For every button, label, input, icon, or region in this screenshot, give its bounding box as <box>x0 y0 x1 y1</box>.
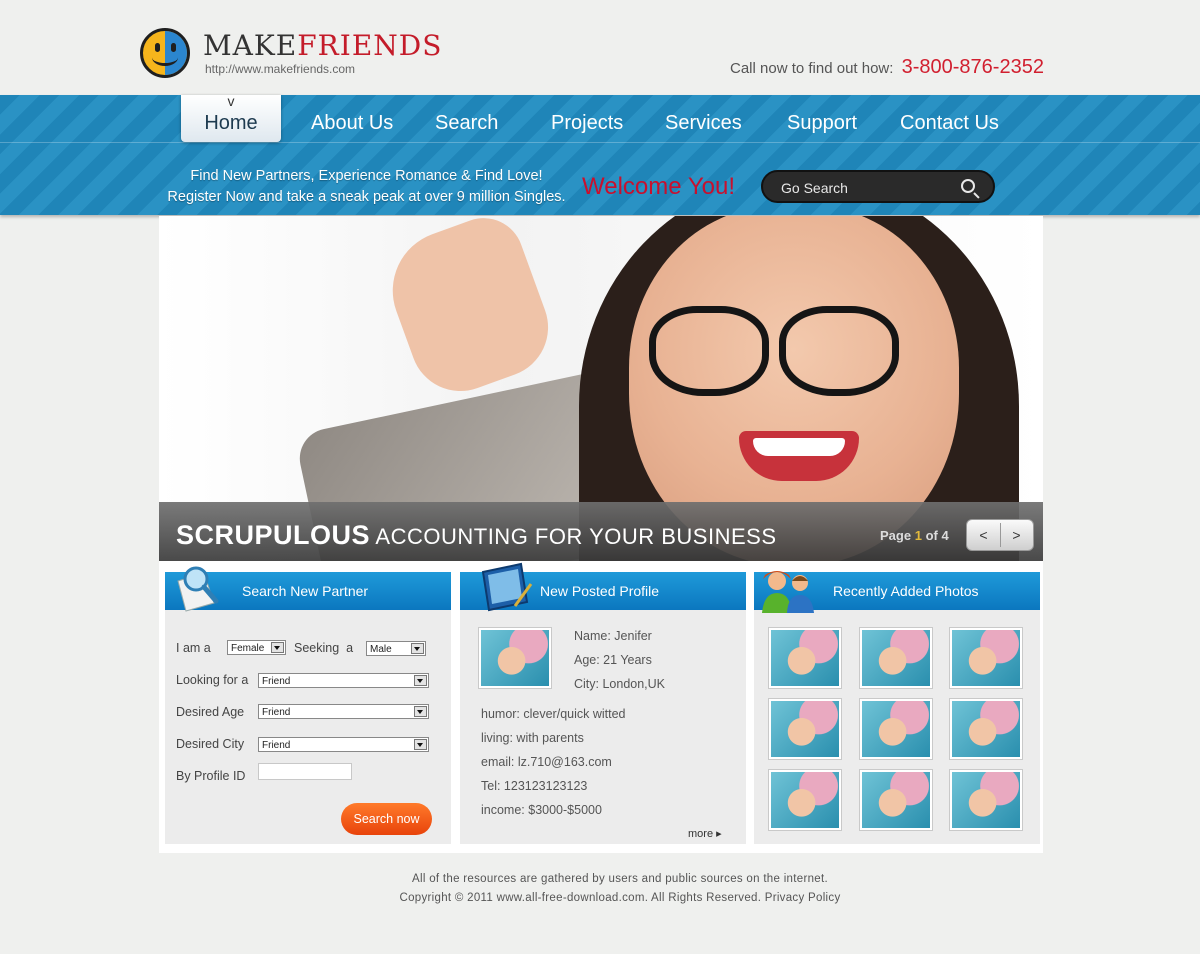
recent-photo[interactable] <box>859 627 933 689</box>
profile-age: Age: 21 Years <box>574 653 652 667</box>
gender-select-value: Female <box>231 643 265 654</box>
recent-photo[interactable] <box>768 769 842 831</box>
next-arrow-icon[interactable]: > <box>1000 523 1033 547</box>
looking-for-label: Looking for a <box>176 673 249 687</box>
welcome-text: Welcome You! <box>582 173 735 200</box>
profile-id-label: By Profile ID <box>176 769 246 783</box>
desired-city-select[interactable]: Friend <box>258 737 429 752</box>
seeking-label: Seeking a <box>294 641 353 655</box>
nav-home-caret-icon: v <box>227 93 235 109</box>
recent-photo[interactable] <box>859 698 933 760</box>
nav-services[interactable]: Services <box>665 97 742 141</box>
prev-arrow-icon[interactable]: < <box>967 523 1001 547</box>
search-partner-icon <box>177 566 219 612</box>
nav-home[interactable]: v Home <box>181 93 281 142</box>
call-line: Call now to find out how: 3-800-876-2352 <box>730 56 1044 79</box>
footer-line-1: All of the resources are gathered by use… <box>412 873 828 885</box>
tagline-line-2: Register Now and take a sneak peak at ov… <box>167 189 566 205</box>
nav-about-us[interactable]: About Us <box>311 97 393 141</box>
recent-photo[interactable] <box>949 698 1023 760</box>
looking-for-value: Friend <box>262 676 291 687</box>
seeking-a: a <box>346 641 354 655</box>
logo-wordmark[interactable]: MAKEFRIENDS <box>203 30 442 62</box>
profile-name: Name: Jenifer <box>574 629 652 643</box>
hero-banner: SCRUPULOUS ACCOUNTING FOR YOUR BUSINESS … <box>159 216 1043 561</box>
hero-caption: SCRUPULOUS ACCOUNTING FOR YOUR BUSINESS <box>176 520 777 551</box>
desired-age-value: Friend <box>262 707 291 718</box>
footer-line-2: Copyright © 2011 www.all-free-download.c… <box>399 892 841 904</box>
profile-tel: Tel: 123123123123 <box>481 779 588 793</box>
photos-box-title: Recently Added Photos <box>833 583 979 599</box>
chevron-down-icon <box>411 643 424 654</box>
profile-living: living: with parents <box>481 731 584 745</box>
people-icon <box>762 571 814 613</box>
seeking-word: Seeking <box>294 641 340 655</box>
chevron-down-icon <box>414 675 427 686</box>
search-now-button[interactable]: Search now <box>341 803 432 835</box>
footer: All of the resources are gathered by use… <box>0 870 1200 908</box>
logo-smiley-icon[interactable] <box>140 28 190 78</box>
phone-number: 3-800-876-2352 <box>901 56 1044 78</box>
page-of: of 4 <box>925 528 949 543</box>
profile-income: income: $3000-$5000 <box>481 803 602 817</box>
nav-support[interactable]: Support <box>787 97 857 141</box>
call-text: Call now to find out how: <box>730 60 894 77</box>
hero-caption-rest: ACCOUNTING FOR YOUR BUSINESS <box>375 524 777 549</box>
nav-projects[interactable]: Projects <box>551 97 623 141</box>
profile-city: City: London,UK <box>574 677 666 691</box>
profile-box-title: New Posted Profile <box>540 583 660 599</box>
page-word: Page <box>880 528 912 543</box>
desired-age-select[interactable]: Friend <box>258 704 429 719</box>
recent-photo[interactable] <box>859 769 933 831</box>
search-box-title: Search New Partner <box>242 583 369 599</box>
chevron-down-icon <box>271 642 284 653</box>
desired-city-label: Desired City <box>176 737 245 751</box>
more-link[interactable]: more ▸ <box>688 827 722 840</box>
desired-age-label: Desired Age <box>176 705 245 719</box>
seeking-select[interactable]: Male <box>366 641 426 656</box>
recent-photo[interactable] <box>949 769 1023 831</box>
hero-caption-big: SCRUPULOUS <box>176 520 371 550</box>
slider-pager: < > <box>966 519 1034 551</box>
recent-photo[interactable] <box>949 627 1023 689</box>
new-profile-box: New Posted Profile Name: Jenifer Age: 21… <box>460 572 746 844</box>
chevron-down-icon <box>414 739 427 750</box>
search-input[interactable] <box>781 178 941 198</box>
logo-make: MAKE <box>203 29 298 62</box>
gender-select[interactable]: Female <box>227 640 286 655</box>
search-icon[interactable] <box>961 179 975 193</box>
recent-photo[interactable] <box>768 627 842 689</box>
desired-city-value: Friend <box>262 740 291 751</box>
profile-humor: humor: clever/quick witted <box>481 707 626 721</box>
page-current: 1 <box>914 528 922 543</box>
profile-id-input[interactable] <box>258 763 352 780</box>
tagline-line-1: Find New Partners, Experience Romance & … <box>190 168 543 184</box>
profile-frame-icon <box>481 562 533 612</box>
page-indicator: Page 1 of 4 <box>880 528 949 543</box>
nav-contact-us[interactable]: Contact Us <box>900 97 999 141</box>
nav-search[interactable]: Search <box>435 97 498 141</box>
tagline: Find New Partners, Experience Romance & … <box>165 166 568 208</box>
site-search <box>761 170 995 203</box>
chevron-down-icon <box>414 706 427 717</box>
logo-friends: FRIENDS <box>297 29 443 62</box>
profile-email: email: lz.710@163.com <box>481 755 612 769</box>
i-am-label: I am a <box>176 641 211 655</box>
recent-photo[interactable] <box>768 698 842 760</box>
seeking-select-value: Male <box>370 644 392 655</box>
looking-for-select[interactable]: Friend <box>258 673 429 688</box>
profile-photo[interactable] <box>478 627 552 689</box>
